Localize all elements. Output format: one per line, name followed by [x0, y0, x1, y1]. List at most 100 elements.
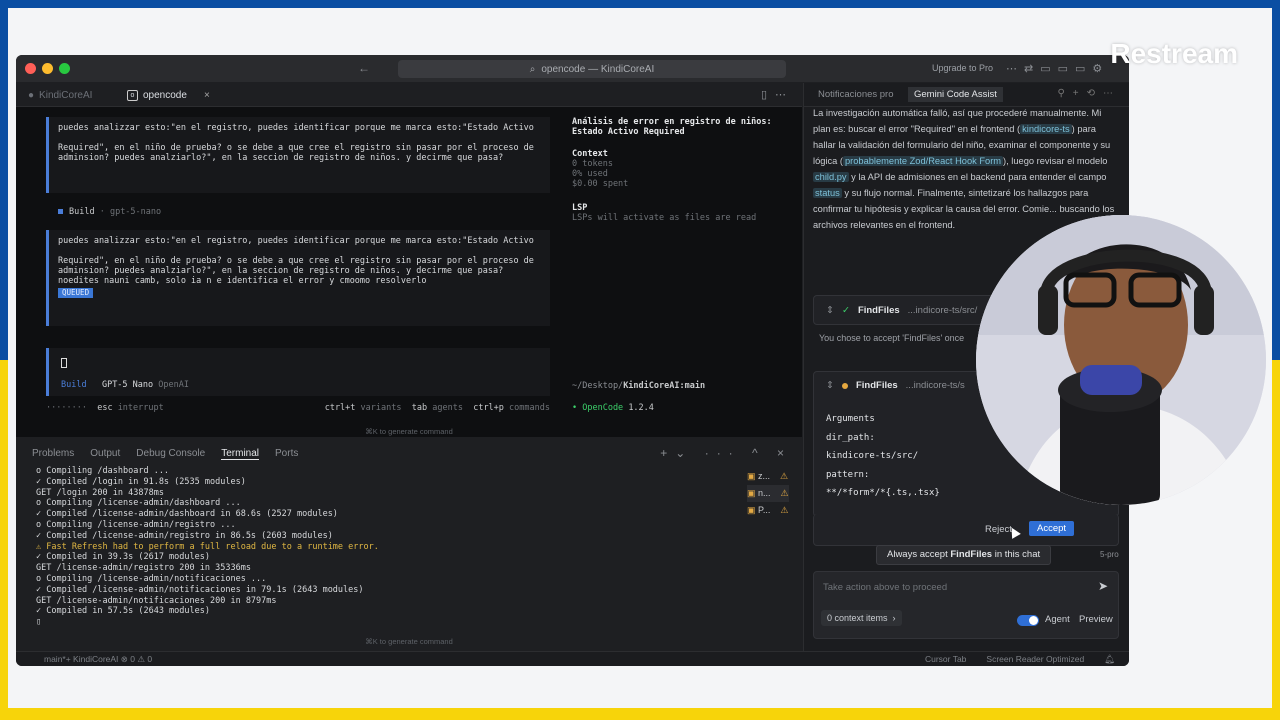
- split-editor-icons[interactable]: ▯⋯: [761, 88, 794, 101]
- webcam-overlay: [976, 215, 1266, 505]
- lsp-label: LSP: [572, 203, 588, 213]
- arguments-label: Arguments: [826, 414, 875, 424]
- arg-value: **/*form*/*{.ts,.tsx}: [826, 488, 940, 498]
- branch-status[interactable]: main*+ KindiCoreAI ⊗ 0 ⚠ 0: [44, 654, 152, 665]
- warning-icon: ⚠: [780, 488, 789, 498]
- terminal-line: ✓ Compiled in 39.3s (2617 modules): [36, 552, 210, 563]
- tool-path: ...indicore-ts/s: [905, 380, 965, 391]
- panel-controls[interactable]: +⌄ ··· ^ ×: [660, 446, 792, 460]
- text-cursor: [61, 358, 67, 368]
- upgrade-link[interactable]: Upgrade to Pro: [932, 63, 993, 73]
- zoom-window-button[interactable]: [59, 63, 70, 74]
- command-search-bar[interactable]: ⌕ opencode — KindiCoreAI: [398, 60, 786, 78]
- terminal-line: ✓ Compiled /license-admin/registro in 86…: [36, 530, 333, 541]
- agents-key: tab: [411, 403, 428, 413]
- terminal-label: P...: [758, 505, 771, 515]
- terminal-line: o Compiling /license-admin/registro ...: [36, 519, 236, 530]
- version: 1.2.4: [628, 403, 654, 413]
- terminal-item[interactable]: ▣ z... ⚠: [747, 468, 789, 485]
- context-items-label: 0 context items: [827, 613, 888, 623]
- tool-path: ...indicore-ts/src/: [907, 305, 978, 316]
- editor-tab-bar: ● KindiCoreAI o opencode × ▯⋯: [16, 83, 802, 107]
- terminal-output[interactable]: o Compiling /dashboard ... ✓ Compiled /lo…: [36, 466, 736, 628]
- tab-opencode[interactable]: o opencode ×: [127, 90, 210, 101]
- search-icon: ⌕: [529, 63, 536, 75]
- expand-icon[interactable]: ⇕: [826, 380, 834, 391]
- terminal-item[interactable]: ▣ P... ⚠: [747, 502, 789, 519]
- tab-problems[interactable]: Problems: [32, 448, 74, 460]
- lsp-text: LSPs will activate as files are read: [572, 213, 757, 223]
- tab-gemini-code-assist[interactable]: Gemini Code Assist: [908, 87, 1003, 102]
- terminal-label: z...: [758, 471, 771, 481]
- status-right: Cursor Tab Screen Reader Optimized 🔔︎: [925, 654, 1115, 665]
- input-mode: Build GPT-5 Nano OpenAI: [61, 380, 189, 390]
- prompt-input[interactable]: Build GPT-5 Nano OpenAI: [46, 348, 550, 396]
- tab-label: opencode: [143, 90, 187, 101]
- agents-hint: agents: [432, 403, 463, 413]
- expand-icon[interactable]: ⇕: [826, 305, 834, 316]
- close-window-button[interactable]: [25, 63, 36, 74]
- generate-command-hint: ⌘K to generate command: [365, 427, 453, 436]
- session-title: Análisis de error en registro de niños: …: [572, 117, 772, 137]
- context-label: Context: [572, 149, 608, 159]
- chat-placeholder: Take action above to proceed: [823, 582, 948, 593]
- spinner: ········: [46, 403, 87, 413]
- preview-label[interactable]: Preview: [1079, 614, 1113, 625]
- layout-icons[interactable]: ⋯⇄▭▭▭⚙: [1006, 62, 1109, 75]
- terminal-line: ✓ Compiled in 57.5s (2643 modules): [36, 606, 210, 617]
- terminal-line: ✓ Compiled /license-admin/dashboard in 6…: [36, 509, 338, 520]
- terminal-line: o Compiling /dashboard ...: [36, 466, 170, 476]
- pending-dot-icon: [841, 382, 848, 389]
- terminal-line: ⚠ Fast Refresh had to perform a full rel…: [36, 541, 379, 552]
- tab-debug-console[interactable]: Debug Console: [136, 448, 205, 460]
- background-stripe-left: [0, 0, 8, 360]
- variants-key: ctrl+t: [324, 403, 356, 413]
- back-arrow-icon[interactable]: ←: [358, 61, 370, 75]
- tab-notificaciones[interactable]: Notificaciones pro: [818, 89, 894, 100]
- text-span: ), luego revisar el modelo: [1003, 156, 1108, 166]
- ide-window: ← ⌕ opencode — KindiCoreAI Upgrade to Pr…: [16, 55, 1129, 666]
- model-label: 5-pro: [1100, 550, 1119, 559]
- warning-icon: ⚠: [780, 505, 789, 515]
- terminal-line: ▯: [36, 617, 42, 628]
- agent-toggle[interactable]: [1017, 615, 1039, 626]
- window-title: opencode — KindiCoreAI: [541, 63, 655, 75]
- bottom-panel: Problems Output Debug Console Terminal P…: [16, 443, 802, 653]
- code-chip: status: [813, 188, 842, 198]
- always-accept-tooltip[interactable]: Always accept FindFiles in this chat: [876, 545, 1052, 565]
- tab-terminal[interactable]: Terminal: [221, 448, 260, 460]
- session-sidebar: Análisis de error en registro de niños: …: [572, 117, 792, 223]
- accept-button[interactable]: Accept: [1029, 521, 1075, 536]
- context-items-button[interactable]: 0 context items ›: [821, 610, 902, 626]
- cursor-tab-status[interactable]: Cursor Tab: [925, 654, 966, 665]
- build-model: · gpt-5-nano: [99, 207, 162, 217]
- opencode-terminal: puedes analizzar esto:"en el registro, p…: [16, 107, 802, 437]
- chat-actions-icons[interactable]: ⚲+⟲⋯: [1057, 88, 1121, 99]
- interrupt-hint: interrupt: [117, 403, 164, 413]
- generate-command-hint: ⌘K to generate command: [365, 637, 453, 646]
- chat-input[interactable]: Take action above to proceed ➤ 0 context…: [813, 571, 1119, 639]
- app-version: • OpenCode 1.2.4: [572, 403, 654, 413]
- send-icon[interactable]: ➤: [1098, 579, 1108, 593]
- close-tab-icon[interactable]: ×: [204, 90, 210, 101]
- mode-label: Build: [61, 380, 87, 390]
- tab-output[interactable]: Output: [90, 448, 120, 460]
- code-chip: kindicore-ts: [1020, 124, 1072, 134]
- tokens: 0 tokens: [572, 159, 613, 169]
- model-label: GPT-5 Nano: [101, 380, 154, 390]
- path-branch: KindiCoreAI:main: [623, 381, 706, 391]
- bell-icon[interactable]: 🔔︎: [1104, 654, 1115, 665]
- provider-label: OpenAI: [158, 380, 189, 390]
- approval-actions: Reject Accept: [813, 514, 1119, 546]
- tab-ports[interactable]: Ports: [275, 448, 298, 460]
- variants-hint: variants: [360, 403, 402, 413]
- terminal-line: o Compiling /license-admin/notificacione…: [36, 573, 267, 584]
- terminal-item[interactable]: ▣ n... ⚠: [747, 485, 789, 502]
- minimize-window-button[interactable]: [42, 63, 53, 74]
- arg-key: pattern:: [826, 469, 870, 480]
- app-name: • OpenCode: [572, 403, 624, 413]
- tab-kindicoreai[interactable]: ● KindiCoreAI: [28, 90, 92, 101]
- user-message: puedes analizzar esto:"en el registro, p…: [46, 117, 550, 193]
- screen-reader-status[interactable]: Screen Reader Optimized: [986, 654, 1084, 665]
- terminal-line: ✓ Compiled /login in 91.8s (2535 modules…: [36, 476, 246, 487]
